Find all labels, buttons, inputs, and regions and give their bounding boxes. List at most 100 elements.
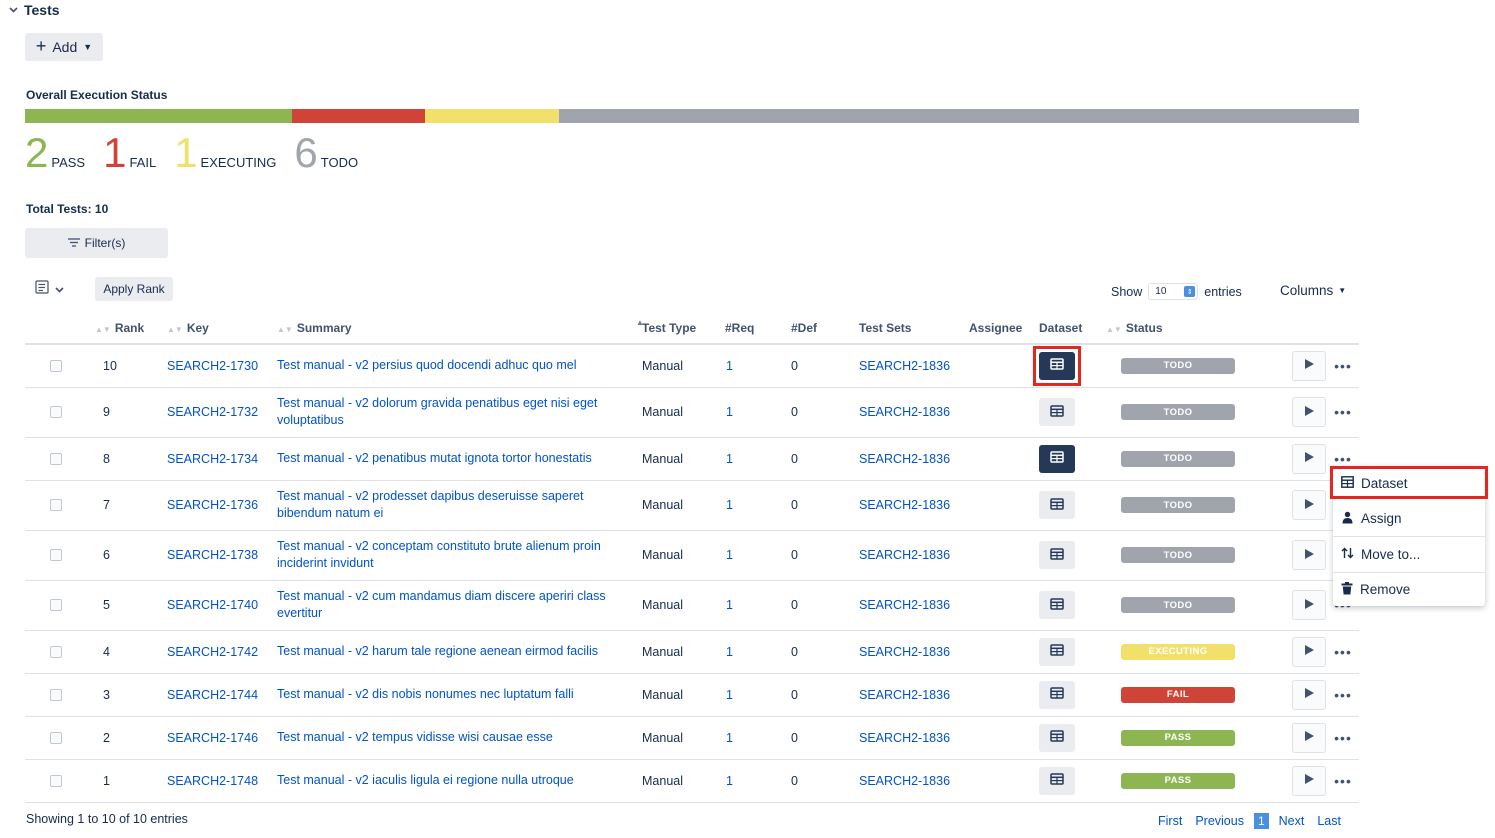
summary-link[interactable]: Test manual - v2 harum tale regione aene… (277, 644, 598, 658)
view-mode-dropdown[interactable] (35, 280, 64, 297)
req-count-link[interactable]: 1 (726, 731, 733, 745)
pagination-first[interactable]: First (1158, 814, 1182, 828)
pagination-next[interactable]: Next (1279, 814, 1305, 828)
test-set-link[interactable]: SEARCH2-1836 (859, 731, 950, 745)
def-cell: 0 (791, 673, 859, 717)
more-actions-icon[interactable]: ••• (1327, 773, 1359, 789)
header-summary[interactable]: ▲▼ Summary (277, 313, 642, 345)
summary-link[interactable]: Test manual - v2 prodesset dapibus deser… (277, 489, 583, 520)
req-count-link[interactable]: 1 (726, 688, 733, 702)
summary-link[interactable]: Test manual - v2 dis nobis nonumes nec l… (277, 687, 574, 701)
summary-link[interactable]: Test manual - v2 tempus vidisse wisi cau… (277, 730, 553, 744)
row-checkbox[interactable] (50, 688, 62, 701)
dataset-button[interactable] (1039, 541, 1075, 569)
req-count-link[interactable]: 1 (726, 645, 733, 659)
dataset-button[interactable] (1039, 723, 1075, 752)
row-checkbox[interactable] (50, 452, 62, 465)
page-size-select[interactable]: 10 ⇕ (1148, 283, 1199, 300)
pagination-page-1[interactable]: 1 (1253, 813, 1269, 829)
run-button[interactable] (1292, 679, 1326, 710)
menu-item-move-to[interactable]: Move to... (1333, 537, 1485, 572)
test-set-link[interactable]: SEARCH2-1836 (859, 405, 950, 419)
dataset-button[interactable] (1033, 345, 1081, 386)
run-button[interactable] (1292, 443, 1326, 474)
row-checkbox[interactable] (50, 645, 62, 658)
test-key-link[interactable]: SEARCH2-1740 (167, 598, 258, 612)
columns-dropdown[interactable]: Columns ▼ (1280, 283, 1346, 298)
apply-rank-button[interactable]: Apply Rank (95, 277, 173, 301)
test-key-link[interactable]: SEARCH2-1748 (167, 774, 258, 788)
run-button[interactable] (1292, 765, 1326, 796)
dataset-button[interactable] (1039, 591, 1075, 619)
dataset-button[interactable] (1039, 444, 1075, 473)
req-count-link[interactable]: 1 (726, 548, 733, 562)
row-checkbox[interactable] (50, 499, 62, 511)
header-status[interactable]: ▲▼ Status (1106, 313, 1289, 345)
req-count-link[interactable]: 1 (726, 774, 733, 788)
row-checkbox[interactable] (50, 599, 62, 611)
run-button[interactable] (1292, 590, 1326, 620)
run-button[interactable] (1292, 490, 1326, 520)
summary-link[interactable]: Test manual - v2 iaculis ligula ei regio… (277, 773, 574, 787)
filter-button[interactable]: Filter(s) (25, 228, 168, 258)
dataset-button[interactable] (1039, 491, 1075, 519)
test-set-link[interactable]: SEARCH2-1836 (859, 359, 950, 373)
section-header[interactable]: Tests (8, 2, 60, 18)
header-rank[interactable]: ▲▼ Rank (95, 313, 167, 345)
test-set-link[interactable]: SEARCH2-1836 (859, 774, 950, 788)
run-button[interactable] (1292, 350, 1326, 381)
test-key-link[interactable]: SEARCH2-1738 (167, 548, 258, 562)
run-button[interactable] (1292, 636, 1326, 667)
dataset-button[interactable] (1039, 680, 1075, 709)
test-key-link[interactable]: SEARCH2-1746 (167, 731, 258, 745)
more-actions-icon[interactable]: ••• (1327, 644, 1359, 660)
pagination-previous[interactable]: Previous (1195, 814, 1244, 828)
test-key-link[interactable]: SEARCH2-1734 (167, 452, 258, 466)
add-button[interactable]: + Add ▼ (25, 33, 103, 61)
row-checkbox[interactable] (50, 731, 62, 744)
req-count-link[interactable]: 1 (726, 452, 733, 466)
test-set-link[interactable]: SEARCH2-1836 (859, 548, 950, 562)
menu-item-assign[interactable]: Assign (1333, 501, 1485, 536)
req-count-link[interactable]: 1 (726, 405, 733, 419)
summary-link[interactable]: Test manual - v2 conceptam constituto br… (277, 539, 601, 570)
row-checkbox[interactable] (50, 549, 62, 561)
more-actions-icon[interactable]: ••• (1327, 687, 1359, 703)
dataset-button[interactable] (1039, 398, 1075, 426)
row-checkbox[interactable] (50, 406, 62, 418)
test-key-link[interactable]: SEARCH2-1736 (167, 498, 258, 512)
test-key-link[interactable]: SEARCH2-1732 (167, 405, 258, 419)
run-button[interactable] (1292, 397, 1326, 427)
test-set-link[interactable]: SEARCH2-1836 (859, 452, 950, 466)
summary-link[interactable]: Test manual - v2 cum mandamus diam disce… (277, 589, 606, 620)
test-set-link[interactable]: SEARCH2-1836 (859, 688, 950, 702)
more-actions-icon[interactable]: ••• (1327, 451, 1359, 467)
run-button[interactable] (1292, 540, 1326, 570)
test-set-link[interactable]: SEARCH2-1836 (859, 645, 950, 659)
row-checkbox[interactable] (50, 359, 62, 372)
test-set-link[interactable]: SEARCH2-1836 (859, 498, 950, 512)
test-key-link[interactable]: SEARCH2-1730 (167, 359, 258, 373)
header-key[interactable]: ▲▼ Key (167, 313, 277, 345)
more-actions-icon[interactable]: ••• (1327, 358, 1359, 374)
req-count-link[interactable]: 1 (726, 598, 733, 612)
dataset-button[interactable] (1039, 637, 1075, 666)
test-key-link[interactable]: SEARCH2-1744 (167, 688, 258, 702)
run-button[interactable] (1292, 722, 1326, 753)
header-test-type[interactable]: ▲ Test Type (636, 313, 725, 345)
more-actions-icon[interactable]: ••• (1327, 404, 1359, 420)
test-set-link[interactable]: SEARCH2-1836 (859, 598, 950, 612)
summary-link[interactable]: Test manual - v2 persius quod docendi ad… (277, 358, 577, 372)
pagination-last[interactable]: Last (1317, 814, 1341, 828)
menu-item-remove[interactable]: Remove (1333, 572, 1485, 607)
more-actions-icon[interactable]: ••• (1327, 730, 1359, 746)
header-dataset-label: Dataset (1039, 321, 1083, 335)
row-checkbox[interactable] (50, 774, 62, 787)
dataset-button[interactable] (1039, 766, 1075, 795)
req-count-link[interactable]: 1 (726, 359, 733, 373)
chevron-down-icon[interactable] (8, 5, 18, 15)
req-count-link[interactable]: 1 (726, 498, 733, 512)
summary-link[interactable]: Test manual - v2 penatibus mutat ignota … (277, 451, 592, 465)
summary-link[interactable]: Test manual - v2 dolorum gravida penatib… (277, 396, 597, 427)
test-key-link[interactable]: SEARCH2-1742 (167, 645, 258, 659)
